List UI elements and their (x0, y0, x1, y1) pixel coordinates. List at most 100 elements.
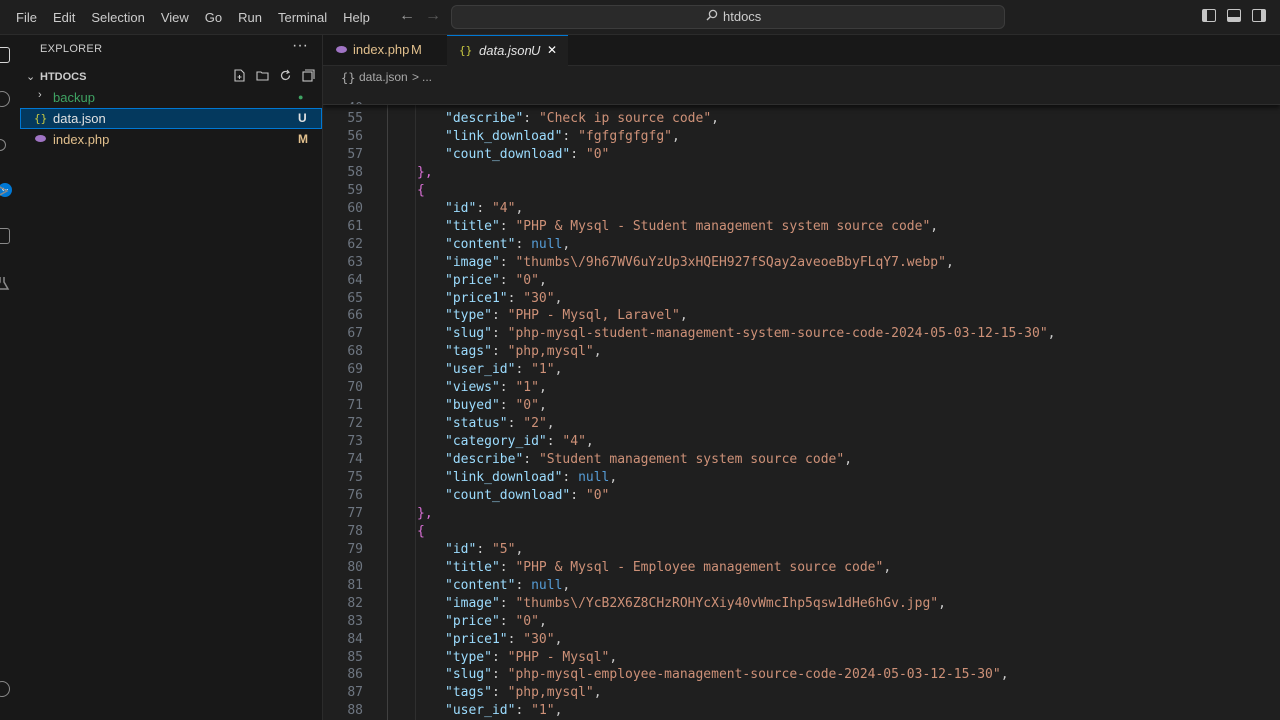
breadcrumb-file[interactable]: data.json (359, 70, 408, 84)
tab-data-json[interactable]: {} data.json U ✕ (447, 35, 568, 66)
account-icon[interactable] (0, 681, 10, 697)
toggle-secondary-sidebar-icon[interactable] (1252, 9, 1266, 22)
code-text: "title": "PHP & Mysql - Employee managem… (445, 559, 892, 575)
json-key: title (452, 559, 492, 575)
code-text: "type": "PHP - Mysql, Laravel", (445, 308, 688, 324)
json-key: count_download (452, 487, 563, 503)
line-number: 75 (347, 470, 363, 485)
tab-index-php[interactable]: index.php M (323, 35, 447, 65)
extensions-icon[interactable] (0, 228, 10, 244)
breadcrumb-more[interactable]: ... (422, 70, 432, 84)
tab-label: index.php (353, 42, 410, 57)
menu-run[interactable]: Run (230, 10, 270, 25)
json-key: link_download (452, 470, 555, 485)
code-line: 75 "link_download": null, (323, 470, 1280, 488)
code-text: "type": "PHP - Mysql", (445, 649, 618, 665)
json-key: price (452, 272, 492, 288)
code-text: "content": null, (445, 577, 571, 593)
json-comma: , (562, 577, 571, 593)
line-number: 79 (347, 541, 363, 557)
forward-arrow-icon[interactable]: → (425, 7, 441, 25)
menu-file[interactable]: File (8, 10, 45, 25)
tree-item-index-php[interactable]: index.php M (20, 129, 322, 150)
code-editor[interactable]: 40 { 55"describe": "Check ip source code… (323, 88, 1280, 720)
collapse-all-icon[interactable] (302, 69, 315, 82)
code-text: "image": "thumbs\/9h67WV6uYzUp3xHQEH927f… (445, 254, 954, 270)
json-comma: , (562, 236, 571, 252)
folder-header-htdocs[interactable]: ⌄ HTDOCS (20, 68, 322, 88)
sticky-scroll-header[interactable]: 40 { (323, 88, 1280, 105)
json-comma: , (538, 272, 547, 288)
code-text: { (417, 183, 425, 198)
explorer-icon[interactable] (0, 47, 10, 63)
source-control-icon[interactable] (0, 139, 6, 151)
tree-item-data-json[interactable]: {} data.json U (20, 108, 322, 129)
testing-icon[interactable] (0, 275, 10, 291)
json-key: type (452, 308, 485, 324)
untracked-dot-badge: ● (298, 92, 304, 102)
json-comma: , (844, 452, 853, 468)
code-text: "id": "5", (445, 541, 524, 557)
json-key: price (452, 613, 492, 629)
code-line: 87 "tags": "php,mysql", (323, 685, 1280, 703)
code-line: 64 "price": "0", (323, 273, 1280, 291)
json-value: 30 (531, 631, 547, 647)
refresh-icon[interactable] (279, 69, 292, 82)
more-actions-icon[interactable]: ··· (292, 37, 308, 55)
json-key: id (452, 541, 469, 557)
json-comma: , (672, 128, 680, 144)
json-key: describe (452, 452, 516, 468)
tree-item-label: index.php (53, 132, 110, 147)
line-number: 63 (347, 254, 363, 270)
json-comma: , (930, 218, 939, 234)
menu-help[interactable]: Help (335, 10, 378, 25)
menu-terminal[interactable]: Terminal (270, 10, 335, 25)
json-comma: , (546, 416, 555, 432)
code-line: 84 "price1": "30", (323, 632, 1280, 650)
json-file-icon: {} (34, 112, 48, 125)
json-brace: }, (417, 164, 433, 180)
search-icon (706, 9, 718, 21)
toggle-sidebar-icon[interactable] (1202, 9, 1216, 22)
json-key: describe (452, 111, 516, 126)
json-value: 1 (538, 703, 547, 719)
json-key: slug (452, 667, 485, 683)
search-view-icon[interactable] (0, 91, 10, 107)
line-number: 71 (347, 398, 363, 414)
back-arrow-icon[interactable]: ← (399, 7, 415, 25)
json-value: thumbs\/9h67WV6uYzUp3xHQEH927fSQay2aveoe… (523, 254, 939, 270)
code-text: "link_download": "fgfgfgfgfg", (445, 128, 680, 144)
menu-view[interactable]: View (153, 10, 197, 25)
code-line: 63 "image": "thumbs\/9h67WV6uYzUp3xHQEH92… (323, 255, 1280, 273)
json-key: slug (452, 326, 485, 342)
command-center-search[interactable]: htdocs (451, 5, 1005, 29)
new-folder-icon[interactable] (256, 69, 269, 82)
code-line: 57 "count_download": "0" (323, 147, 1280, 165)
code-text: "user_id": "1", (445, 362, 563, 378)
json-value: PHP & Mysql - Student management system … (523, 218, 923, 234)
json-file-icon: {} (341, 71, 356, 85)
json-value: fgfgfgfgfg (585, 128, 665, 144)
new-file-icon[interactable] (233, 69, 246, 82)
code-line: 76 "count_download": "0" (323, 488, 1280, 506)
toggle-panel-icon[interactable] (1227, 9, 1241, 22)
run-debug-icon[interactable] (0, 183, 10, 199)
json-comma: , (679, 308, 688, 324)
menu-edit[interactable]: Edit (45, 10, 83, 25)
code-text: "count_download": "0" (445, 487, 610, 503)
json-comma: , (1000, 667, 1009, 683)
code-line: 65 "price1": "30", (323, 291, 1280, 309)
code-text: }, (417, 165, 433, 180)
code-line: 81 "content": null, (323, 578, 1280, 596)
line-number: 61 (347, 218, 363, 234)
tree-item-backup[interactable]: › backup ● (20, 87, 322, 108)
code-text: "count_download": "0" (445, 146, 610, 162)
code-line: 78 { (323, 524, 1280, 542)
json-value: 4 (570, 434, 579, 450)
close-tab-icon[interactable]: ✕ (547, 43, 557, 57)
code-text: "describe": "Student management system s… (445, 452, 853, 468)
line-number: 65 (347, 290, 363, 306)
line-number: 72 (347, 416, 363, 432)
menu-selection[interactable]: Selection (83, 10, 152, 25)
menu-go[interactable]: Go (197, 10, 230, 25)
